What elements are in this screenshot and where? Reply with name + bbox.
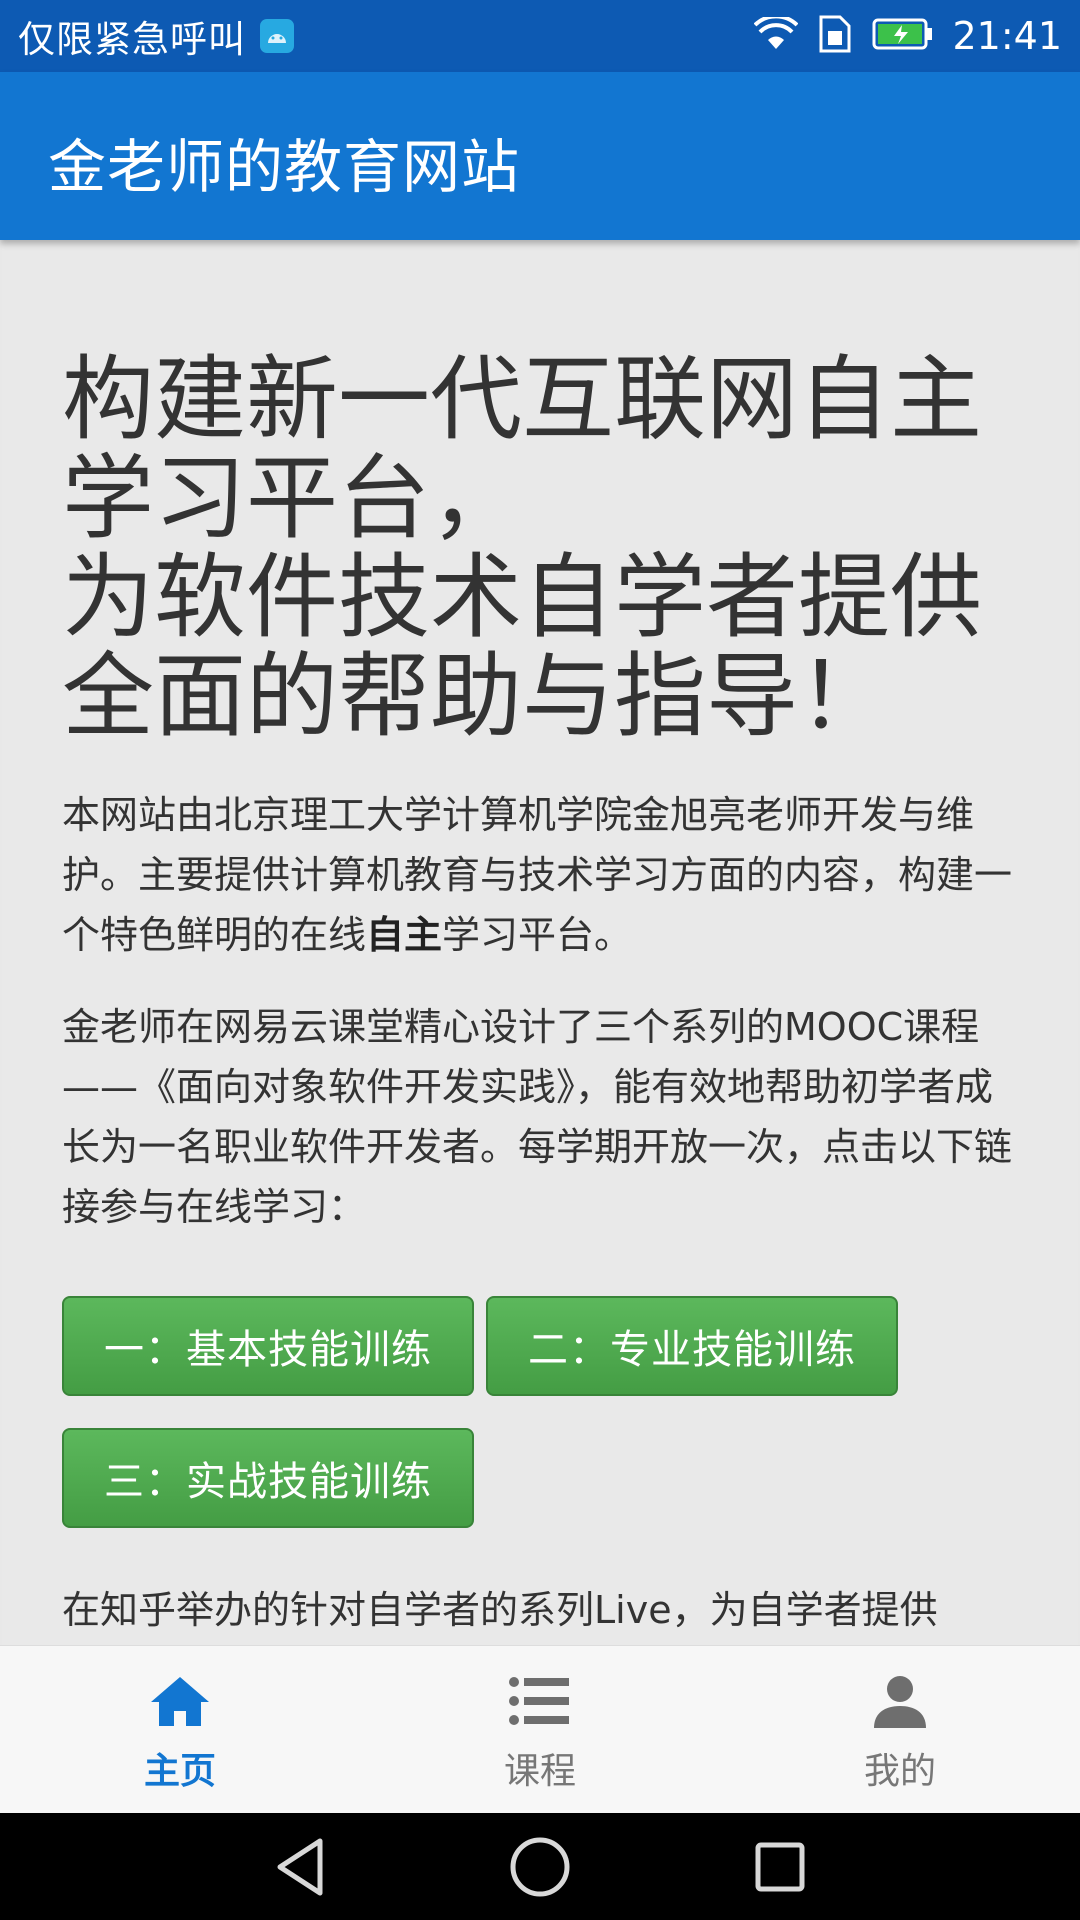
intro-bold-text: 自主	[366, 913, 443, 957]
hero-line: 全面的帮助与指导！	[62, 643, 891, 750]
wifi-icon	[754, 14, 799, 55]
tab-courses[interactable]: 课程	[360, 1646, 720, 1814]
hero-line: 为软件技术自学者提供	[62, 544, 983, 651]
app-bar: 金老师的教育网站	[0, 72, 1080, 240]
intro-paragraph: 本网站由北京理工大学计算机学院金旭亮老师开发与维护。主要提供计算机教育与技术学习…	[62, 785, 1022, 965]
status-bar: 仅限紧急呼叫 21:41	[0, 0, 1080, 72]
basic-skills-button[interactable]: 一：基本技能训练	[62, 1296, 474, 1396]
home-icon	[148, 1672, 212, 1730]
battery-charging-icon	[872, 17, 934, 55]
home-nav-button[interactable]	[480, 1827, 600, 1907]
person-icon	[868, 1672, 932, 1730]
main-content[interactable]: 构建新一代互联网自主 学习平台， 为软件技术自学者提供 全面的帮助与指导！ 本网…	[0, 240, 1080, 1645]
tab-home[interactable]: 主页	[0, 1646, 360, 1814]
sim-icon	[818, 15, 852, 57]
hero-line: 学习平台，	[62, 445, 523, 552]
intro-text-end: 学习平台。	[442, 913, 633, 957]
android-debug-icon	[260, 19, 294, 53]
bottom-tab-bar: 主页 课程 我的	[0, 1645, 1080, 1814]
clock: 21:41	[952, 14, 1062, 58]
content-card: 构建新一代互联网自主 学习平台， 为软件技术自学者提供 全面的帮助与指导！ 本网…	[2, 240, 1078, 1645]
mooc-paragraph: 金老师在网易云课堂精心设计了三个系列的MOOC课程——《面向对象软件开发实践》，…	[62, 1005, 1013, 1229]
app-title: 金老师的教育网站	[48, 133, 521, 201]
tab-mine-label: 我的	[863, 1751, 936, 1792]
system-nav-bar	[0, 1813, 1080, 1920]
professional-skills-button[interactable]: 二：专业技能训练	[486, 1296, 898, 1396]
tab-mine[interactable]: 我的	[720, 1646, 1080, 1814]
tab-home-label: 主页	[143, 1751, 216, 1792]
recents-button[interactable]	[720, 1827, 840, 1907]
hero-heading: 构建新一代互联网自主 学习平台， 为软件技术自学者提供 全面的帮助与指导！	[62, 350, 1042, 746]
zhihu-live-paragraph: 在知乎举办的针对自学者的系列Live，为自学者提供	[62, 1588, 938, 1632]
tab-courses-label: 课程	[503, 1751, 576, 1792]
back-button[interactable]	[240, 1827, 360, 1907]
list-icon	[508, 1672, 572, 1730]
hero-line: 构建新一代互联网自主	[62, 346, 983, 453]
practical-skills-button[interactable]: 三：实战技能训练	[62, 1428, 474, 1528]
carrier-text: 仅限紧急呼叫	[18, 18, 246, 61]
